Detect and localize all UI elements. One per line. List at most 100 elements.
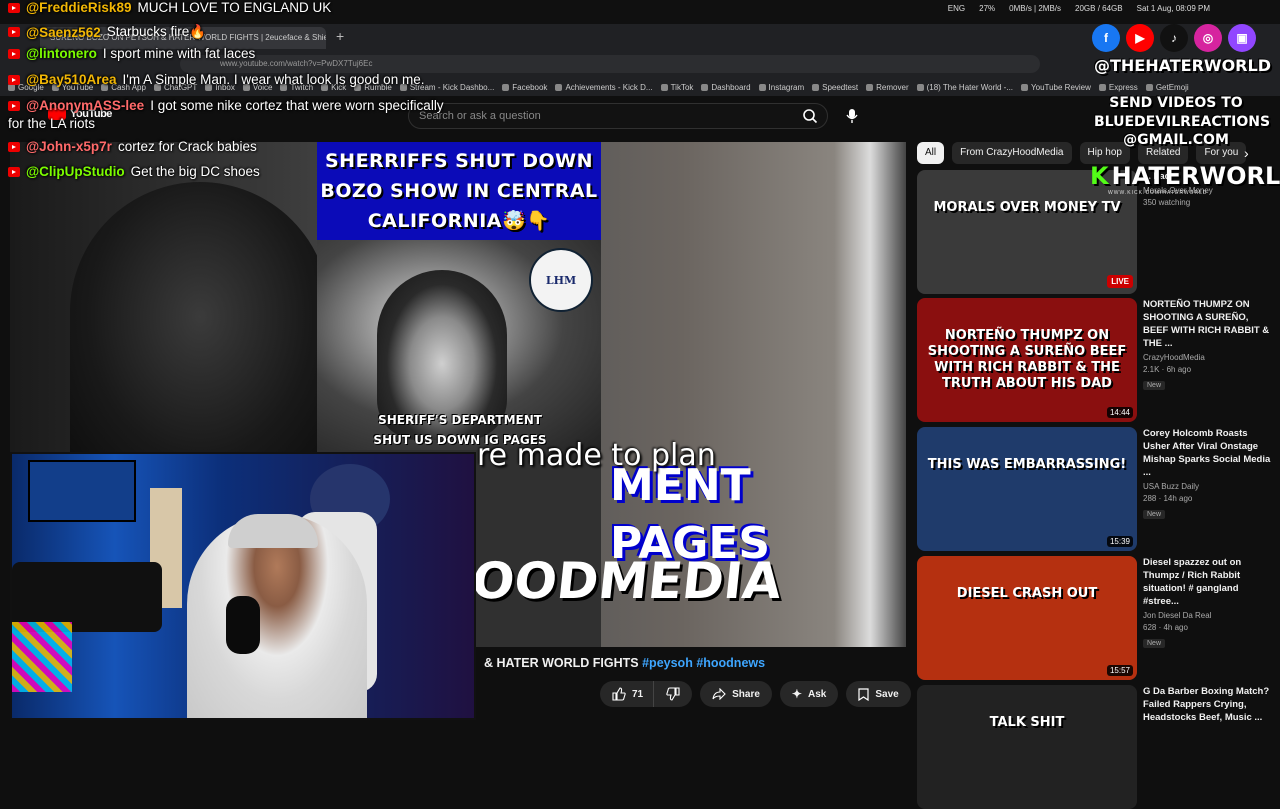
video-actions: 71 Share ✦ Ask Save ••• <box>600 681 945 707</box>
bookmark-favicon-icon <box>555 83 563 91</box>
bookmark-item[interactable]: (18) The Hater World -... <box>916 81 1013 93</box>
bookmark-favicon-icon <box>1098 83 1106 91</box>
bookmark-item[interactable]: GetEmoji <box>1145 81 1189 93</box>
bookmark-item[interactable]: Facebook <box>502 81 547 93</box>
new-badge: New <box>1143 639 1166 648</box>
thumbnail-text: MORALS OVER MONEY TV <box>933 200 1121 215</box>
bookmark-favicon-icon <box>1145 83 1153 91</box>
bookmark-item[interactable]: Dashboard <box>701 81 751 93</box>
bookmark-label: TikTok <box>670 82 694 92</box>
video-title-text: & HATER WORLD FIGHTS <box>484 656 639 670</box>
view-stats: 288 · 14h ago <box>1143 494 1193 503</box>
new-badge: New <box>1143 510 1166 519</box>
share-button[interactable]: Share <box>700 681 772 707</box>
thumbnail-text: NORTEÑO THUMPZ ON SHOOTING A SUREÑO BEEF… <box>927 328 1127 391</box>
chat-text: Starbucks fire🔥 <box>106 24 207 39</box>
chat-message: for the LA riots <box>8 116 95 131</box>
video-meta: Diesel spazzez out on Thumpz / Rich Rabb… <box>1143 556 1275 650</box>
chat-message: @AnonymASS-lee I got some nike cortez tha… <box>8 98 444 113</box>
hashtag-link[interactable]: #peysoh <box>642 656 693 670</box>
bookmark-favicon-icon <box>812 83 820 91</box>
bookmark-item[interactable]: TikTok <box>660 81 694 93</box>
video-thumbnail[interactable]: TALK SHIT <box>917 685 1137 809</box>
tray-clock[interactable]: Sat 1 Aug, 08:09 PM <box>1137 4 1210 13</box>
submission-line: @GMAIL.COM <box>1123 132 1229 148</box>
youtube-icon <box>8 48 20 59</box>
submission-notice: SEND VIDEOS TO BLUEDEVILREACTIONS @GMAIL… <box>1094 94 1270 150</box>
suggested-video-card[interactable]: THIS WAS EMBARRASSING! 15:39 Corey Holcomb… <box>917 427 1277 551</box>
view-stats: 628 · 4h ago <box>1143 623 1188 632</box>
chat-text: Get the big DC shoes <box>130 164 260 179</box>
bookmark-favicon-icon <box>866 83 874 91</box>
bookmark-label: Remover <box>876 82 909 92</box>
instagram-icon: ◎ <box>1194 24 1222 52</box>
channel-name[interactable]: CrazyHoodMedia <box>1143 353 1275 362</box>
suggested-video-title[interactable]: Diesel spazzez out on Thumpz / Rich Rabb… <box>1143 556 1275 608</box>
sheriff-notice-line: SHERIFF'S DEPARTMENT <box>378 413 542 427</box>
dislike-button[interactable] <box>653 681 693 707</box>
like-button[interactable]: 71 <box>600 681 654 707</box>
bookmark-favicon-icon <box>758 83 766 91</box>
video-meta: G Da Barber Boxing Match? Failed Rappers… <box>1143 685 1275 724</box>
channel-handle: @THEHATERWORLD <box>1094 56 1271 75</box>
bookmark-item[interactable]: Express <box>1098 81 1138 93</box>
new-badge: New <box>1143 381 1166 390</box>
card-headline: SHERRIFFS SHUT DOWN BOZO SHOW IN CENTRAL… <box>317 142 601 240</box>
video-duration: 15:39 <box>1106 536 1133 547</box>
suggested-video-title[interactable]: G Da Barber Boxing Match? Failed Rappers… <box>1143 685 1275 724</box>
video-thumbnail[interactable]: NORTEÑO THUMPZ ON SHOOTING A SUREÑO BEEF… <box>917 298 1137 422</box>
chat-text: I sport mine with fat laces <box>102 46 256 61</box>
suggested-video-title[interactable]: NORTEÑO THUMPZ ON SHOOTING A SUREÑO, BEE… <box>1143 298 1275 350</box>
chat-message: @FreddieRisk89 MUCH LOVE TO ENGLAND UK <box>8 0 331 15</box>
bookmark-favicon-icon <box>660 83 668 91</box>
bookmark-item[interactable]: Instagram <box>758 81 805 93</box>
url-field[interactable]: www.youtube.com/watch?v=PwDX7Tuj6Ec <box>180 55 1040 73</box>
bookmark-item[interactable]: Speedtest <box>812 81 858 93</box>
chip-all[interactable]: All <box>917 142 945 164</box>
kick-url: WWW.KICK.COM/HATERWORLD <box>1108 190 1208 196</box>
tray-language[interactable]: ENG <box>948 4 965 13</box>
video-duration: 14:44 <box>1106 407 1133 418</box>
chat-text: I'm A Simple Man. I wear what look Is go… <box>122 72 425 87</box>
card-headline-line: CALIFORNIA🤯👇 <box>367 210 551 232</box>
thumbs-up-icon <box>612 687 626 701</box>
hashtag-link[interactable]: #hoodnews <box>696 656 765 670</box>
channel-name[interactable]: Jon Diesel Da Real <box>1143 611 1275 620</box>
video-thumbnail[interactable]: THIS WAS EMBARRASSING! 15:39 <box>917 427 1137 551</box>
video-thumbnail[interactable]: DIESEL CRASH OUT 15:57 <box>917 556 1137 680</box>
bookmark-item[interactable]: YouTube Review <box>1021 81 1091 93</box>
search-icon <box>803 109 818 124</box>
bookmark-label: GetEmoji <box>1155 82 1189 92</box>
bookmark-label: Express <box>1108 82 1138 92</box>
live-badge: LIVE <box>1107 275 1133 288</box>
bookmark-item[interactable]: Achievements - Kick D... <box>555 81 653 93</box>
webcam-microphone <box>226 596 260 654</box>
bookmark-label: Instagram <box>768 82 805 92</box>
bookmark-label: YouTube Review <box>1031 82 1091 92</box>
search-button[interactable] <box>798 104 822 128</box>
chip-from-channel[interactable]: From CrazyHoodMedia <box>952 142 1072 164</box>
chat-username: @Saenz562 <box>26 24 101 40</box>
bookmark-item[interactable]: Remover <box>866 81 909 93</box>
like-count: 71 <box>632 688 644 700</box>
bookmark-icon <box>858 687 869 701</box>
voice-search-button[interactable] <box>840 104 864 128</box>
channel-name[interactable]: USA Buzz Daily <box>1143 482 1275 491</box>
save-label: Save <box>875 688 899 700</box>
new-tab-button[interactable]: + <box>336 28 344 44</box>
search-input[interactable]: Search or ask a question <box>408 103 828 129</box>
thumbnail-text: THIS WAS EMBARRASSING! <box>927 457 1127 472</box>
social-icons: f ▶ ♪ ◎ ▣ <box>1092 24 1256 52</box>
suggested-video-card[interactable]: NORTEÑO THUMPZ ON SHOOTING A SUREÑO BEEF… <box>917 298 1277 422</box>
suggested-video-title[interactable]: Corey Holcomb Roasts Usher After Viral O… <box>1143 427 1275 479</box>
chat-text: MUCH LOVE TO ENGLAND UK <box>137 0 332 15</box>
suggested-video-card[interactable]: DIESEL CRASH OUT 15:57 Diesel spazzez out … <box>917 556 1277 680</box>
ask-button[interactable]: ✦ Ask <box>779 681 839 707</box>
bookmark-label: Facebook <box>512 82 548 92</box>
suggested-video-card[interactable]: TALK SHIT G Da Barber Boxing Match? Faile… <box>917 685 1277 809</box>
system-tray: ENG 27% 0MB/s | 2MB/s 20GB / 64GB Sat 1 … <box>948 4 1210 13</box>
card-headline-line: BOZO SHOW IN CENTRAL <box>320 180 598 202</box>
share-icon <box>712 688 726 700</box>
video-meta: Corey Holcomb Roasts Usher After Viral O… <box>1143 427 1275 521</box>
save-button[interactable]: Save <box>846 681 911 707</box>
